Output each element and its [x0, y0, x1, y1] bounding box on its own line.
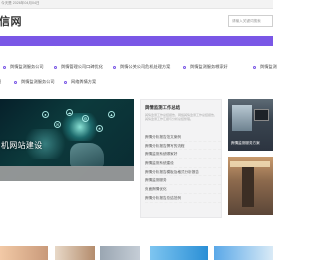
thumbnail-strip [0, 246, 273, 260]
bullet-icon [64, 80, 67, 84]
list-item[interactable]: 舆情分析报告总结范例 [145, 194, 221, 203]
bullet-icon [54, 65, 57, 69]
mail-icon: ✉ [54, 121, 61, 128]
summary-panel: 舆情监测工作总结 舆情监测工作总结报告，网络舆情监测工作总结报告，舆情监测工作汇… [140, 99, 222, 218]
list-item[interactable]: 舆情监测系统建设 [145, 159, 221, 168]
nav-item-7[interactable]: 舆情监测服务公司 [14, 79, 55, 85]
hand-illustration [70, 143, 104, 167]
door-shape [242, 167, 254, 207]
list-item[interactable]: 舆情分析报告撰写的流程 [145, 142, 221, 151]
bullet-icon [253, 65, 256, 69]
star-icon: ★ [96, 125, 103, 132]
list-item[interactable]: 舆情监测系统哪家好 [145, 150, 221, 160]
bullet-icon [113, 65, 116, 69]
chart-icon: ▲ [108, 111, 115, 118]
list-item[interactable]: 舆情分析报告范文案例 [145, 133, 221, 142]
hero-title[interactable]: 机网站建设 [1, 140, 43, 151]
purple-banner [0, 36, 273, 46]
gear-icon: ⚙ [82, 115, 89, 122]
bullet-icon [14, 80, 17, 84]
thumbnail[interactable] [150, 246, 208, 260]
nav-item-1[interactable]: 舆情监测服务公司 [3, 64, 44, 70]
nav-item-3[interactable]: 舆情公关公司危机处理方案 [113, 64, 170, 70]
nav-item-8[interactable]: 网络舆情方案 [64, 79, 96, 85]
site-logo[interactable]: 信网 [0, 13, 22, 29]
panel-description: 舆情监测工作总结报告，网络舆情监测工作总结报告，舆情监测工作汇报与分析总结整理。 [145, 113, 218, 122]
nav-item-2[interactable]: 舆情管理公司口碑优化 [54, 64, 103, 70]
side-image-hallway[interactable] [228, 157, 273, 215]
cloud-icon: ☁ [66, 109, 73, 116]
date-text: 今天是 2026年04月04日 [1, 1, 40, 5]
hero-caption-bar [0, 166, 134, 181]
tv-shape [254, 109, 269, 121]
nav-item-5[interactable]: 舆情监测 [253, 64, 277, 70]
bullet-icon [183, 65, 186, 69]
panel-title[interactable]: 舆情监测工作总结 [145, 105, 180, 111]
thumbnail[interactable] [0, 246, 48, 260]
window-shape [232, 105, 252, 131]
nav-item-4[interactable]: 舆情监测服务哪家好 [183, 64, 228, 70]
thumbnail[interactable] [100, 246, 140, 260]
panel-link-list: 舆情分析报告范文案例 舆情分析报告撰写的流程 舆情监测系统哪家好 舆情监测系统建… [145, 133, 221, 203]
nav-item-6[interactable]: 管 [0, 79, 1, 85]
hero-icon-cluster: ☁ ⚙ ✉ ★ ● ▲ [6, 105, 128, 145]
side-image-caption[interactable]: 舆情监测服务方案 [231, 141, 260, 146]
search-input[interactable]: 请输入关键词搜索 [228, 15, 273, 27]
thumbnail[interactable] [214, 246, 273, 260]
list-item[interactable]: 负面舆情优化 [145, 185, 221, 194]
bullet-icon [3, 65, 6, 69]
thumbnail[interactable] [55, 246, 95, 260]
list-item[interactable]: 舆情监测服务 [145, 176, 221, 186]
main-nav [0, 56, 273, 96]
top-bar: 今天是 2026年04月04日 [0, 0, 273, 9]
list-item[interactable]: 舆情分析报告模板及格式分析报告 [145, 168, 221, 177]
user-icon: ● [42, 111, 49, 118]
